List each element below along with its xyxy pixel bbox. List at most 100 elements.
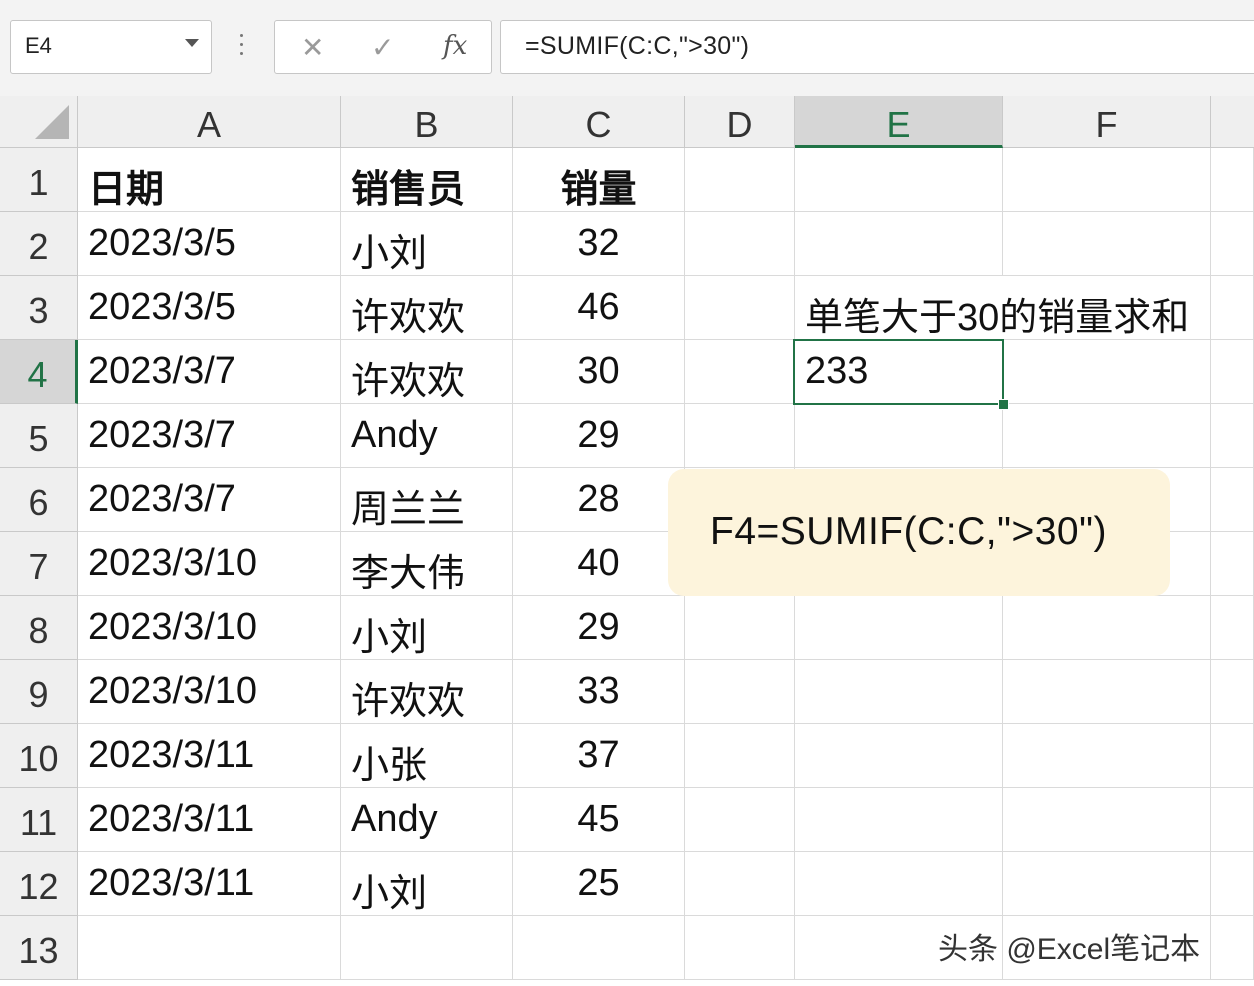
cell-b8[interactable]: 小刘 — [341, 596, 513, 660]
cell-a4[interactable]: 2023/3/7 — [78, 340, 341, 404]
cell-g2[interactable] — [1211, 212, 1254, 276]
column-header-g[interactable] — [1211, 96, 1254, 148]
cell-a6[interactable]: 2023/3/7 — [78, 468, 341, 532]
cell-b4[interactable]: 许欢欢 — [341, 340, 513, 404]
row-header-1[interactable]: 1 — [0, 148, 78, 212]
cell-g4[interactable] — [1211, 340, 1254, 404]
cell-g1[interactable] — [1211, 148, 1254, 212]
cell-a7[interactable]: 2023/3/10 — [78, 532, 341, 596]
cell-e1[interactable] — [795, 148, 1003, 212]
cell-d5[interactable] — [685, 404, 795, 468]
cell-b13[interactable] — [341, 916, 513, 980]
cell-f10[interactable] — [1003, 724, 1211, 788]
cell-c5[interactable]: 29 — [513, 404, 685, 468]
row-header-6[interactable]: 6 — [0, 468, 78, 532]
cell-c11[interactable]: 45 — [513, 788, 685, 852]
cell-f4[interactable] — [1003, 340, 1211, 404]
column-header-e[interactable]: E — [795, 96, 1003, 148]
more-icon[interactable] — [238, 34, 244, 62]
cell-d9[interactable] — [685, 660, 795, 724]
cell-f8[interactable] — [1003, 596, 1211, 660]
cell-e11[interactable] — [795, 788, 1003, 852]
row-header-13[interactable]: 13 — [0, 916, 78, 980]
row-header-4[interactable]: 4 — [0, 340, 78, 404]
cell-f9[interactable] — [1003, 660, 1211, 724]
cell-a11[interactable]: 2023/3/11 — [78, 788, 341, 852]
cell-c9[interactable]: 33 — [513, 660, 685, 724]
column-header-f[interactable]: F — [1003, 96, 1211, 148]
cell-e3[interactable]: 单笔大于30的销量求和 — [795, 276, 1189, 340]
cell-c7[interactable]: 40 — [513, 532, 685, 596]
cell-a2[interactable]: 2023/3/5 — [78, 212, 341, 276]
cell-g9[interactable] — [1211, 660, 1254, 724]
cell-c6[interactable]: 28 — [513, 468, 685, 532]
cell-a10[interactable]: 2023/3/11 — [78, 724, 341, 788]
cell-e9[interactable] — [795, 660, 1003, 724]
cell-d12[interactable] — [685, 852, 795, 916]
cell-e2[interactable] — [795, 212, 1003, 276]
cell-f3[interactable] — [1003, 276, 1211, 340]
check-icon[interactable]: ✓ — [371, 31, 394, 64]
cell-b9[interactable]: 许欢欢 — [341, 660, 513, 724]
cell-b12[interactable]: 小刘 — [341, 852, 513, 916]
row-header-5[interactable]: 5 — [0, 404, 78, 468]
cell-d11[interactable] — [685, 788, 795, 852]
cell-c10[interactable]: 37 — [513, 724, 685, 788]
select-all-button[interactable] — [0, 96, 78, 148]
cell-e5[interactable] — [795, 404, 1003, 468]
row-header-8[interactable]: 8 — [0, 596, 78, 660]
cell-d1[interactable] — [685, 148, 795, 212]
cell-c1[interactable]: 销量 — [513, 148, 685, 212]
row-header-9[interactable]: 9 — [0, 660, 78, 724]
cell-b5[interactable]: Andy — [341, 404, 513, 468]
cell-c13[interactable] — [513, 916, 685, 980]
cell-b6[interactable]: 周兰兰 — [341, 468, 513, 532]
cell-b2[interactable]: 小刘 — [341, 212, 513, 276]
cell-a5[interactable]: 2023/3/7 — [78, 404, 341, 468]
cell-g3[interactable] — [1211, 276, 1254, 340]
cell-d10[interactable] — [685, 724, 795, 788]
cell-d2[interactable] — [685, 212, 795, 276]
cell-a8[interactable]: 2023/3/10 — [78, 596, 341, 660]
cell-b3[interactable]: 许欢欢 — [341, 276, 513, 340]
row-header-7[interactable]: 7 — [0, 532, 78, 596]
cell-b7[interactable]: 李大伟 — [341, 532, 513, 596]
cell-a12[interactable]: 2023/3/11 — [78, 852, 341, 916]
cell-g10[interactable] — [1211, 724, 1254, 788]
column-header-a[interactable]: A — [78, 96, 341, 148]
cell-f2[interactable] — [1003, 212, 1211, 276]
cell-g8[interactable] — [1211, 596, 1254, 660]
cell-b10[interactable]: 小张 — [341, 724, 513, 788]
insert-function-icon[interactable]: fx — [443, 31, 467, 61]
cell-f5[interactable] — [1003, 404, 1211, 468]
cell-a3[interactable]: 2023/3/5 — [78, 276, 341, 340]
cell-e12[interactable] — [795, 852, 1003, 916]
cell-c8[interactable]: 29 — [513, 596, 685, 660]
column-header-d[interactable]: D — [685, 96, 795, 148]
cell-a13[interactable] — [78, 916, 341, 980]
column-header-c[interactable]: C — [513, 96, 685, 148]
formula-input[interactable]: =SUMIF(C:C,">30") — [500, 20, 1254, 74]
chevron-down-icon[interactable] — [185, 39, 199, 47]
cell-d8[interactable] — [685, 596, 795, 660]
cell-c3[interactable]: 46 — [513, 276, 685, 340]
cell-g6[interactable] — [1211, 468, 1254, 532]
cell-f1[interactable] — [1003, 148, 1211, 212]
cell-d3[interactable] — [685, 276, 795, 340]
row-header-2[interactable]: 2 — [0, 212, 78, 276]
cell-b11[interactable]: Andy — [341, 788, 513, 852]
column-header-b[interactable]: B — [341, 96, 513, 148]
cell-f11[interactable] — [1003, 788, 1211, 852]
cell-d4[interactable] — [685, 340, 795, 404]
cell-e10[interactable] — [795, 724, 1003, 788]
cell-c2[interactable]: 32 — [513, 212, 685, 276]
cell-g12[interactable] — [1211, 852, 1254, 916]
row-header-10[interactable]: 10 — [0, 724, 78, 788]
cell-a1[interactable]: 日期 — [78, 148, 341, 212]
cell-g7[interactable] — [1211, 532, 1254, 596]
cell-g5[interactable] — [1211, 404, 1254, 468]
row-header-3[interactable]: 3 — [0, 276, 78, 340]
row-header-12[interactable]: 12 — [0, 852, 78, 916]
cell-c12[interactable]: 25 — [513, 852, 685, 916]
name-box[interactable]: E4 — [10, 20, 212, 74]
